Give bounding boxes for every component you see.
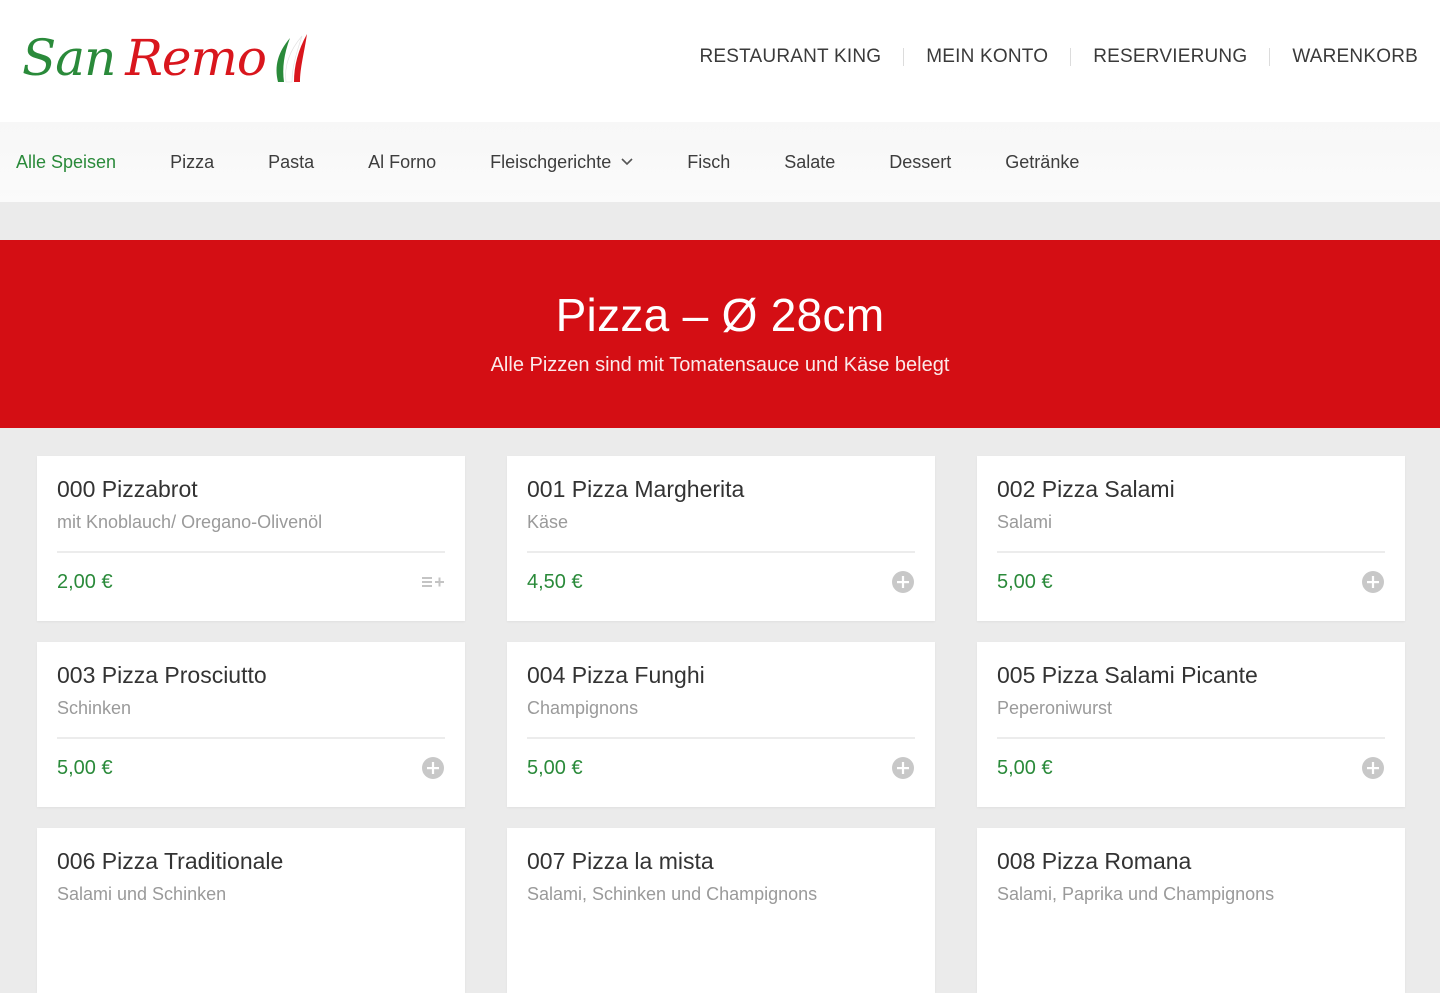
category-getraenke[interactable]: Getränke <box>1005 152 1079 173</box>
category-bar: Alle Speisen Pizza Pasta Al Forno Fleisc… <box>0 122 1440 202</box>
menu-item-name: 008 Pizza Romana <box>997 848 1192 874</box>
menu-item-description: Salami, Schinken und Champignons <box>527 884 818 904</box>
list-add-icon[interactable] <box>421 570 445 594</box>
nav-divider <box>1269 48 1271 66</box>
plus-circle-icon[interactable] <box>891 756 915 780</box>
card-divider <box>997 551 1385 553</box>
category-pizza[interactable]: Pizza <box>170 152 214 173</box>
category-al-forno[interactable]: Al Forno <box>368 152 436 173</box>
category-label: Fleischgerichte <box>490 151 612 172</box>
menu-item-description: Käse <box>527 512 569 532</box>
menu-item-description: mit Knoblauch/ Oregano-Olivenöl <box>57 512 323 532</box>
top-nav: RESTAURANT KING MEIN KONTO RESERVIERUNG … <box>699 46 1418 68</box>
site-header: San Remo RESTAURANT KING MEIN KONTO RESE… <box>0 0 1440 122</box>
menu-item-card[interactable]: 000 Pizzabrot mit Knoblauch/ Oregano-Oli… <box>37 456 465 621</box>
plus-circle-icon[interactable] <box>1361 570 1385 594</box>
menu-item-price: 4,50 € <box>527 571 583 593</box>
category-label: Pasta <box>268 151 315 172</box>
plus-circle-icon[interactable] <box>421 756 445 780</box>
card-divider <box>527 737 915 739</box>
category-label: Fisch <box>687 151 731 172</box>
category-salate[interactable]: Salate <box>784 152 835 173</box>
card-divider <box>997 737 1385 739</box>
menu-item-price: 2,00 € <box>57 571 113 593</box>
card-divider <box>57 737 445 739</box>
menu-item-description: Salami, Paprika und Champignons <box>997 884 1275 904</box>
menu-item-card[interactable]: 003 Pizza Prosciutto Schinken 5,00 € <box>37 642 465 807</box>
menu-item-description: Peperoniwurst <box>997 698 1113 718</box>
logo[interactable]: San Remo <box>22 28 308 88</box>
menu-item-card[interactable]: 001 Pizza Margherita Käse 4,50 € <box>507 456 935 621</box>
menu-item-description: Schinken <box>57 698 132 718</box>
menu-item-name: 002 Pizza Salami <box>997 476 1175 502</box>
plus-circle-icon[interactable] <box>891 570 915 594</box>
category-label: Alle Speisen <box>16 151 117 172</box>
category-label: Pizza <box>170 151 215 172</box>
plus-circle-icon[interactable] <box>1361 756 1385 780</box>
category-pasta[interactable]: Pasta <box>268 152 314 173</box>
menu-item-name: 006 Pizza Traditionale <box>57 848 284 874</box>
category-alle-speisen[interactable]: Alle Speisen <box>16 152 116 173</box>
chevron-down-icon <box>621 158 633 166</box>
menu-item-card[interactable]: 008 Pizza Romana Salami, Paprika und Cha… <box>977 828 1405 993</box>
category-list: Alle Speisen Pizza Pasta Al Forno Fleisc… <box>16 122 1133 202</box>
nav-divider <box>1070 48 1072 66</box>
nav-divider <box>903 48 905 66</box>
menu-item-price: 5,00 € <box>997 757 1053 779</box>
hero-title: Pizza – Ø 28cm <box>555 289 885 341</box>
nav-restaurant-king[interactable]: RESTAURANT KING <box>699 46 881 68</box>
nav-mein-konto[interactable]: MEIN KONTO <box>926 46 1048 68</box>
menu-item-name: 005 Pizza Salami Picante <box>997 662 1258 688</box>
category-label: Dessert <box>889 151 952 172</box>
pizza-hero-banner: Pizza – Ø 28cm Alle Pizzen sind mit Toma… <box>0 240 1440 428</box>
menu-item-name: 000 Pizzabrot <box>57 476 198 502</box>
menu-item-description: Salami und Schinken <box>57 884 227 904</box>
menu-item-price: 5,00 € <box>57 757 113 779</box>
menu-item-card[interactable]: 007 Pizza la mista Salami, Schinken und … <box>507 828 935 993</box>
menu-item-card[interactable]: 006 Pizza Traditionale Salami und Schink… <box>37 828 465 993</box>
category-dessert[interactable]: Dessert <box>889 152 951 173</box>
menu-item-name: 007 Pizza la mista <box>527 848 714 874</box>
category-fleischgerichte[interactable]: Fleischgerichte <box>490 152 633 173</box>
hero-subtitle: Alle Pizzen sind mit Tomatensauce und Kä… <box>490 354 950 376</box>
card-divider <box>527 551 915 553</box>
logo-text-remo: Remo <box>125 29 267 87</box>
menu-item-card[interactable]: 002 Pizza Salami Salami 5,00 € <box>977 456 1405 621</box>
menu-item-card[interactable]: 005 Pizza Salami Picante Peperoniwurst 5… <box>977 642 1405 807</box>
menu-item-description: Salami <box>997 512 1053 532</box>
menu-item-price: 5,00 € <box>997 571 1053 593</box>
menu-item-price: 5,00 € <box>527 757 583 779</box>
menu-item-name: 001 Pizza Margherita <box>527 476 745 502</box>
category-label: Al Forno <box>368 151 437 172</box>
menu-item-name: 004 Pizza Funghi <box>527 662 705 688</box>
menu-item-card[interactable]: 004 Pizza Funghi Champignons 5,00 € <box>507 642 935 807</box>
nav-warenkorb[interactable]: WARENKORB <box>1292 46 1418 68</box>
category-label: Getränke <box>1005 151 1080 172</box>
menu-item-name: 003 Pizza Prosciutto <box>57 662 267 688</box>
logo-text-san: San <box>22 29 116 87</box>
category-label: Salate <box>784 151 836 172</box>
nav-reservierung[interactable]: RESERVIERUNG <box>1093 46 1247 68</box>
menu-item-description: Champignons <box>527 698 639 718</box>
italian-flag-swoosh-icon <box>276 34 308 83</box>
card-divider <box>57 551 445 553</box>
category-fisch[interactable]: Fisch <box>687 152 730 173</box>
